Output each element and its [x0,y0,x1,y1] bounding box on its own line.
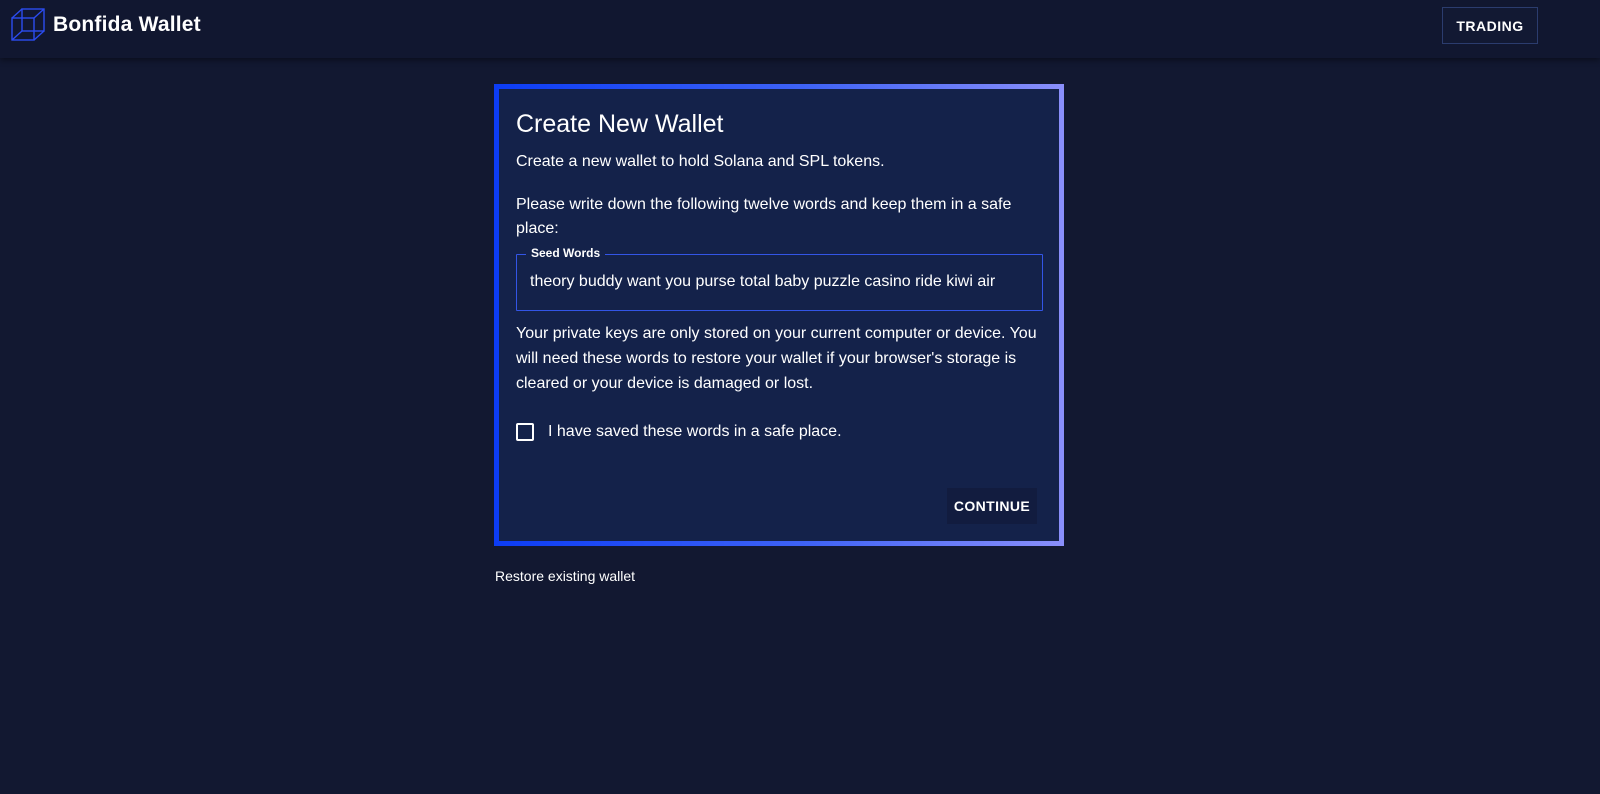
card-title: Create New Wallet [516,110,724,138]
saved-words-checkbox[interactable] [516,423,534,441]
private-keys-note: Your private keys are only stored on you… [516,325,1037,392]
seed-instruction-text: Please write down the following twelve w… [516,196,1012,237]
app-title[interactable]: Bonfida Wallet [53,13,201,37]
seed-words-field[interactable]: Seed Words theory buddy want you purse t… [516,246,1043,311]
create-wallet-card: Create New Wallet Create a new wallet to… [499,89,1059,541]
create-wallet-card-frame: Create New Wallet Create a new wallet to… [494,84,1064,546]
cube-icon[interactable] [10,7,46,43]
restore-existing-wallet-link[interactable]: Restore existing wallet [495,568,635,584]
saved-words-checkbox-row[interactable]: I have saved these words in a safe place… [516,423,842,441]
trading-button[interactable]: TRADING [1442,7,1538,44]
app-bar: Bonfida Wallet TRADING [0,0,1600,58]
card-subtitle: Create a new wallet to hold Solana and S… [516,153,885,170]
seed-words-label: Seed Words [526,246,606,260]
saved-words-checkbox-label[interactable]: I have saved these words in a safe place… [548,423,842,441]
seed-words-value[interactable]: theory buddy want you purse total baby p… [530,273,995,291]
continue-button[interactable]: CONTINUE [947,488,1037,524]
